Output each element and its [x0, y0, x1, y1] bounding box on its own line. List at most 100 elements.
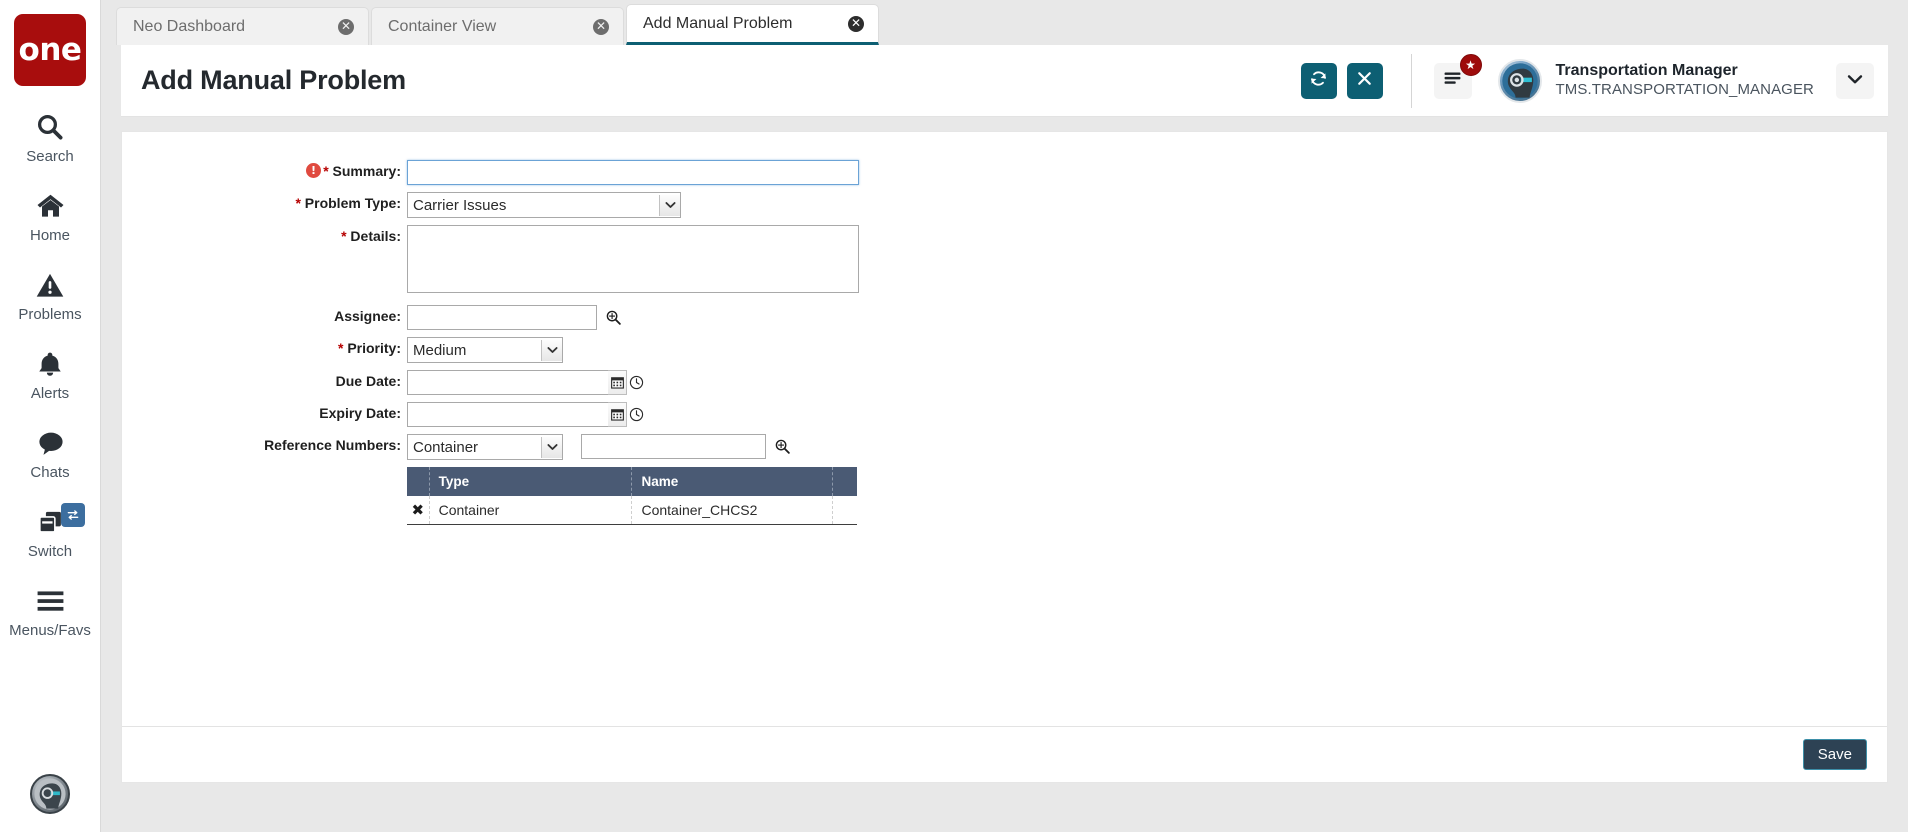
- problem-type-label-text: Problem Type:: [304, 195, 401, 211]
- details-label: * Details:: [122, 225, 407, 247]
- tab-add-manual-problem[interactable]: Add Manual Problem ✕: [626, 4, 879, 45]
- table-row[interactable]: ✖ Container Container_CHCS2: [407, 496, 857, 525]
- refresh-icon: [1309, 69, 1328, 93]
- table-col-type[interactable]: Type: [429, 467, 633, 496]
- sidebar-item-alerts[interactable]: Alerts: [0, 347, 101, 402]
- app-root: one Search Home Problems Alerts Chats Sw…: [0, 0, 1908, 832]
- sidebar-item-label: Search: [26, 148, 74, 165]
- reference-type-select[interactable]: Container: [407, 434, 563, 460]
- calendar-icon[interactable]: [608, 370, 627, 395]
- chevron-down-icon[interactable]: [541, 436, 562, 458]
- calendar-icon[interactable]: [608, 402, 627, 427]
- assignee-input[interactable]: [407, 305, 597, 330]
- header-menu-button[interactable]: ★: [1433, 53, 1482, 99]
- clock-icon[interactable]: [627, 370, 646, 395]
- reference-type-value: Container: [413, 438, 479, 456]
- due-date-label: Due Date:: [122, 370, 407, 392]
- header-divider: [1410, 53, 1412, 108]
- summary-label-text: Summary:: [332, 163, 401, 179]
- sidebar-item-label: Chats: [30, 464, 70, 481]
- chat-bubble-icon: [35, 426, 66, 460]
- hamburger-icon: [35, 584, 66, 618]
- tab-neo-dashboard[interactable]: Neo Dashboard ✕: [116, 7, 369, 45]
- switch-toggle-badge[interactable]: [60, 503, 85, 527]
- required-marker: *: [323, 163, 329, 179]
- form-footer: Save: [122, 726, 1887, 782]
- row-name-cell: Container_CHCS2: [631, 496, 834, 525]
- table-col-spacer: [832, 467, 857, 496]
- user-profile[interactable]: Transportation Manager TMS.TRANSPORTATIO…: [1497, 58, 1814, 103]
- tab-label: Container View: [388, 17, 497, 35]
- tab-label: Neo Dashboard: [133, 17, 246, 35]
- row-spacer-cell: [832, 496, 857, 525]
- magnifier-icon[interactable]: [772, 434, 792, 459]
- details-control: [407, 225, 859, 293]
- table-head: Type Name: [407, 467, 857, 496]
- error-icon: !: [306, 163, 321, 178]
- sidebar-item-search[interactable]: Search: [0, 110, 101, 165]
- search-icon: [35, 110, 65, 144]
- priority-label: * Priority:: [122, 337, 407, 359]
- star-badge: ★: [1459, 53, 1482, 76]
- field-row-priority: * Priority: Medium: [122, 337, 1887, 363]
- user-role: TMS.TRANSPORTATION_MANAGER: [1555, 81, 1814, 99]
- summary-label: ! * Summary:: [122, 160, 407, 182]
- warning-triangle-icon: [35, 268, 65, 302]
- user-menu-toggle[interactable]: [1836, 62, 1874, 99]
- page-header: Add Manual Problem ★ Transportation Mana…: [121, 45, 1888, 117]
- reference-numbers-control: Container: [407, 434, 792, 460]
- priority-value: Medium: [413, 341, 467, 359]
- close-icon[interactable]: ✕: [848, 15, 864, 32]
- left-sidebar: one Search Home Problems Alerts Chats Sw…: [0, 0, 101, 832]
- clock-icon[interactable]: [627, 402, 646, 427]
- app-logo[interactable]: one: [14, 14, 86, 86]
- reference-number-input[interactable]: [581, 434, 766, 459]
- priority-label-text: Priority:: [347, 340, 401, 356]
- problem-type-select[interactable]: Carrier Issues: [407, 192, 681, 218]
- refresh-button[interactable]: [1300, 62, 1337, 99]
- table-body: ✖ Container Container_CHCS2: [407, 496, 857, 525]
- sidebar-item-home[interactable]: Home: [0, 189, 101, 244]
- sidebar-item-menus-favs[interactable]: Menus/Favs: [0, 584, 101, 639]
- row-delete-button[interactable]: ✖: [407, 496, 430, 525]
- details-textarea[interactable]: [407, 225, 859, 293]
- table-col-name[interactable]: Name: [631, 467, 834, 496]
- assignee-control: [407, 305, 623, 330]
- due-date-input[interactable]: [407, 370, 608, 395]
- user-name: Transportation Manager: [1555, 62, 1738, 80]
- due-date-label-text: Due Date:: [335, 373, 401, 389]
- field-row-reference-numbers: Reference Numbers: Container: [122, 434, 1887, 460]
- save-button[interactable]: Save: [1802, 739, 1867, 770]
- add-manual-problem-form: ! * Summary: * Problem Type: Carrier Iss…: [122, 132, 1887, 525]
- close-icon[interactable]: ✕: [338, 18, 354, 35]
- field-row-due-date: Due Date:: [122, 370, 1887, 395]
- close-button[interactable]: [1346, 62, 1383, 99]
- sidebar-item-label: Alerts: [30, 385, 70, 402]
- priority-control: Medium: [407, 337, 563, 363]
- sidebar-item-switch[interactable]: Switch: [0, 503, 101, 560]
- sidebar-item-problems[interactable]: Problems: [0, 268, 101, 323]
- reference-numbers-label: Reference Numbers:: [122, 434, 407, 456]
- sidebar-user-avatar[interactable]: [30, 774, 70, 814]
- chevron-down-icon: [1847, 72, 1863, 90]
- close-icon[interactable]: ✕: [593, 18, 609, 35]
- sidebar-item-label: Switch: [27, 543, 73, 560]
- tab-container-view[interactable]: Container View ✕: [371, 7, 624, 45]
- header-actions: ★ Transportation Manager TMS.TRANSPORTAT…: [1291, 45, 1888, 116]
- field-row-expiry-date: Expiry Date:: [122, 402, 1887, 427]
- chevron-down-icon[interactable]: [541, 339, 562, 361]
- summary-input[interactable]: [407, 160, 859, 185]
- sidebar-item-chats[interactable]: Chats: [0, 426, 101, 481]
- expiry-date-control: [407, 402, 646, 427]
- table-col-actions: [407, 467, 430, 496]
- chevron-down-icon[interactable]: [659, 194, 680, 216]
- expiry-date-label-text: Expiry Date:: [319, 405, 401, 421]
- tab-label: Add Manual Problem: [643, 14, 793, 32]
- priority-select[interactable]: Medium: [407, 337, 563, 363]
- magnifier-icon[interactable]: [603, 305, 623, 330]
- required-marker: *: [341, 228, 347, 244]
- close-icon: [1356, 70, 1373, 92]
- bell-icon: [36, 347, 64, 381]
- expiry-date-input[interactable]: [407, 402, 608, 427]
- reference-numbers-label-text: Reference Numbers:: [264, 437, 401, 453]
